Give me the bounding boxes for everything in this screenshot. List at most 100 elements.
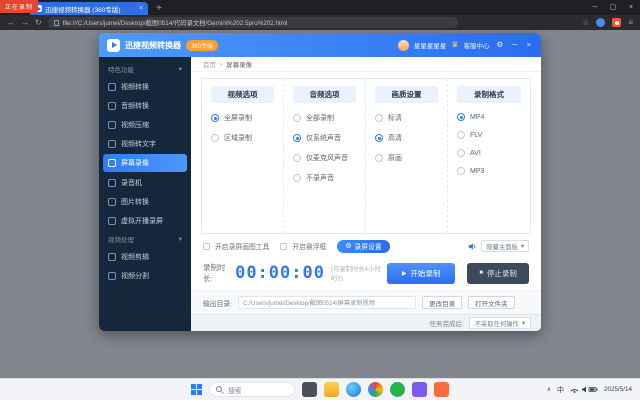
browser-maximize-icon[interactable]: ▢: [604, 0, 622, 15]
app-logo-icon: [107, 38, 120, 52]
radio-icon: [375, 134, 383, 142]
sidebar-item-video-clip[interactable]: 视频剪辑: [99, 247, 191, 266]
user-avatar[interactable]: [397, 39, 409, 51]
browser-360-taskbar-icon[interactable]: [390, 382, 405, 397]
bookmark-star-icon[interactable]: ☆: [582, 18, 589, 27]
edge-browser-icon[interactable]: [346, 382, 361, 397]
radio-icon: [375, 114, 383, 122]
sidebar-item-label: 视频转换: [121, 83, 149, 91]
radio-label: FLV: [470, 131, 483, 139]
ime-indicator[interactable]: 中: [557, 385, 564, 395]
radio-standard-quality[interactable]: 标清: [375, 113, 438, 123]
radio-original-quality[interactable]: 原画: [375, 153, 438, 163]
radio-high-quality[interactable]: 高清: [375, 133, 438, 143]
radio-record-all-audio[interactable]: 全部录制: [293, 113, 356, 123]
search-label: 搜索: [228, 387, 242, 395]
new-tab-button[interactable]: +: [156, 2, 162, 15]
sidebar-item-virtual-stream-record[interactable]: 虚拟开播录屏: [99, 211, 191, 230]
taskbar-app-icon-orange[interactable]: [434, 382, 449, 397]
url-text: file:///C:/Users/jumei/Desktop/截图0514/代码…: [62, 20, 288, 27]
radio-label: 仅系统声音: [306, 135, 341, 142]
checkbox-float-box-label: 开启悬浮框: [292, 244, 327, 251]
browser-profile-avatar[interactable]: [596, 18, 606, 27]
sidebar-item-video-compress[interactable]: 视频压缩: [99, 115, 191, 134]
tray-chevron-up-icon[interactable]: ∧: [547, 386, 551, 393]
sidebar-section-video-process[interactable]: 视频处理 ▾: [99, 230, 191, 247]
browser-close-icon[interactable]: ×: [622, 0, 640, 15]
app-close-icon[interactable]: ×: [525, 41, 533, 49]
radio-system-sound-only[interactable]: 仅系统声音: [293, 133, 356, 143]
radio-label: MP3: [470, 167, 485, 175]
address-bar[interactable]: file:///C:/Users/jumei/Desktop/截图0514/代码…: [47, 17, 458, 28]
radio-region-record[interactable]: 区域录制: [211, 133, 274, 143]
radio-mic-only[interactable]: 仅麦克风声音: [293, 153, 356, 163]
tab-close-icon[interactable]: ×: [139, 5, 143, 12]
stop-record-button[interactable]: ■ 停止录制: [467, 262, 529, 284]
radio-icon: [457, 149, 465, 157]
output-path-field[interactable]: C:/Users/jumei/Desktop/截图0514/屏幕录制视频: [238, 296, 417, 309]
radio-fullscreen-record[interactable]: 全屏录制: [211, 113, 274, 123]
video-clip-icon: [108, 252, 116, 261]
checkbox-draw-tool[interactable]: [203, 242, 210, 250]
browser-minimize-icon[interactable]: ─: [586, 0, 604, 15]
sidebar-item-video-to-text[interactable]: 视频转文字: [99, 134, 191, 153]
reload-icon[interactable]: ↻: [35, 18, 42, 27]
change-directory-button[interactable]: 更改目录: [422, 296, 463, 309]
sidebar-item-screen-record[interactable]: 屏幕录像: [103, 154, 187, 172]
radio-icon: [293, 114, 301, 122]
task-after-dropdown[interactable]: 不采取任何操作 ▾: [468, 317, 531, 329]
open-folder-button[interactable]: 打开文件夹: [468, 296, 515, 309]
record-settings-button[interactable]: ⚙ 录屏设置: [337, 239, 390, 253]
output-row: 输出目录: C:/Users/jumei/Desktop/截图0514/屏幕录制…: [191, 290, 541, 314]
browser-tab[interactable]: 迅捷视频转换器 (360专版) ×: [30, 2, 148, 15]
sidebar-item-voice-recorder[interactable]: 录音机: [99, 173, 191, 192]
sidebar-section-featured[interactable]: 特色功能 ▾: [99, 60, 191, 77]
browser-toolbar: ← → ↻ file:///C:/Users/jumei/Desktop/截图0…: [0, 15, 640, 30]
radio-format-mp4[interactable]: MP4: [457, 113, 521, 121]
vip-crown-icon[interactable]: ♛: [451, 41, 458, 49]
panel-visibility-dropdown[interactable]: 隐藏主面板 ▾: [481, 240, 529, 252]
radio-format-mp3[interactable]: MP3: [457, 167, 521, 175]
system-tray: ∧ 中 2025/5/14: [547, 385, 632, 395]
app-edition-badge: 360专版: [186, 39, 219, 51]
image-convert-icon: [108, 197, 116, 206]
start-record-label: 开始录制: [410, 268, 441, 278]
video-options-header: 视频选项: [211, 86, 274, 103]
radio-icon: [457, 113, 465, 121]
sidebar-item-image-convert[interactable]: 图片转换: [99, 192, 191, 211]
breadcrumb-home[interactable]: 首页: [203, 59, 216, 69]
forward-icon[interactable]: →: [21, 18, 29, 27]
app-title: 迅捷视频转换器: [125, 40, 181, 50]
checkbox-float-box[interactable]: [280, 242, 288, 250]
start-record-button[interactable]: ▶ 开始录制: [387, 262, 456, 284]
app-minimize-icon[interactable]: ─: [510, 41, 519, 49]
chrome-browser-icon[interactable]: [368, 382, 383, 397]
sidebar-item-video-split[interactable]: 视频分割: [99, 266, 191, 285]
sidebar-item-label: 录音机: [121, 179, 142, 187]
task-view-icon[interactable]: [302, 382, 317, 397]
timer-label: 录制时长:: [203, 263, 226, 283]
sidebar-item-label: 图片转换: [121, 198, 149, 206]
record-options-panel: 视频选项 全屏录制 区域录制 音频选项 全部录制 仅系统声音 仅麦克风声音 不录…: [201, 78, 531, 234]
browser-360-icon[interactable]: [612, 18, 622, 27]
taskbar-search[interactable]: 搜索: [209, 382, 295, 397]
audio-options-column: 音频选项 全部录制 仅系统声音 仅麦克风声音 不录声音: [284, 79, 366, 233]
settings-gear-icon[interactable]: ⚙: [495, 41, 506, 49]
sidebar-item-label: 屏幕录像: [121, 160, 149, 167]
start-button[interactable]: [191, 384, 202, 395]
taskbar-app-icon-purple[interactable]: [412, 382, 427, 397]
radio-format-avi[interactable]: AVI: [457, 149, 521, 157]
customer-service-link[interactable]: 客服中心: [464, 40, 490, 50]
back-icon[interactable]: ←: [7, 18, 15, 27]
sidebar-item-video-convert[interactable]: 视频转换: [99, 77, 191, 96]
browser-menu-icon[interactable]: ≡: [628, 18, 633, 27]
radio-no-sound[interactable]: 不录声音: [293, 173, 356, 183]
radio-format-flv[interactable]: FLV: [457, 131, 521, 139]
sidebar-item-audio-convert[interactable]: 音频转换: [99, 96, 191, 115]
taskbar-clock[interactable]: 2025/5/14: [604, 386, 632, 394]
tray-status-icons[interactable]: [570, 385, 598, 394]
browser-tab-strip: 迅捷视频转换器 (360专版) × + ─ ▢ ×: [0, 0, 640, 15]
video-compress-icon: [108, 120, 116, 129]
file-explorer-icon[interactable]: [324, 382, 339, 397]
quality-options-column: 画质设置 标清 高清 原画: [366, 79, 448, 233]
